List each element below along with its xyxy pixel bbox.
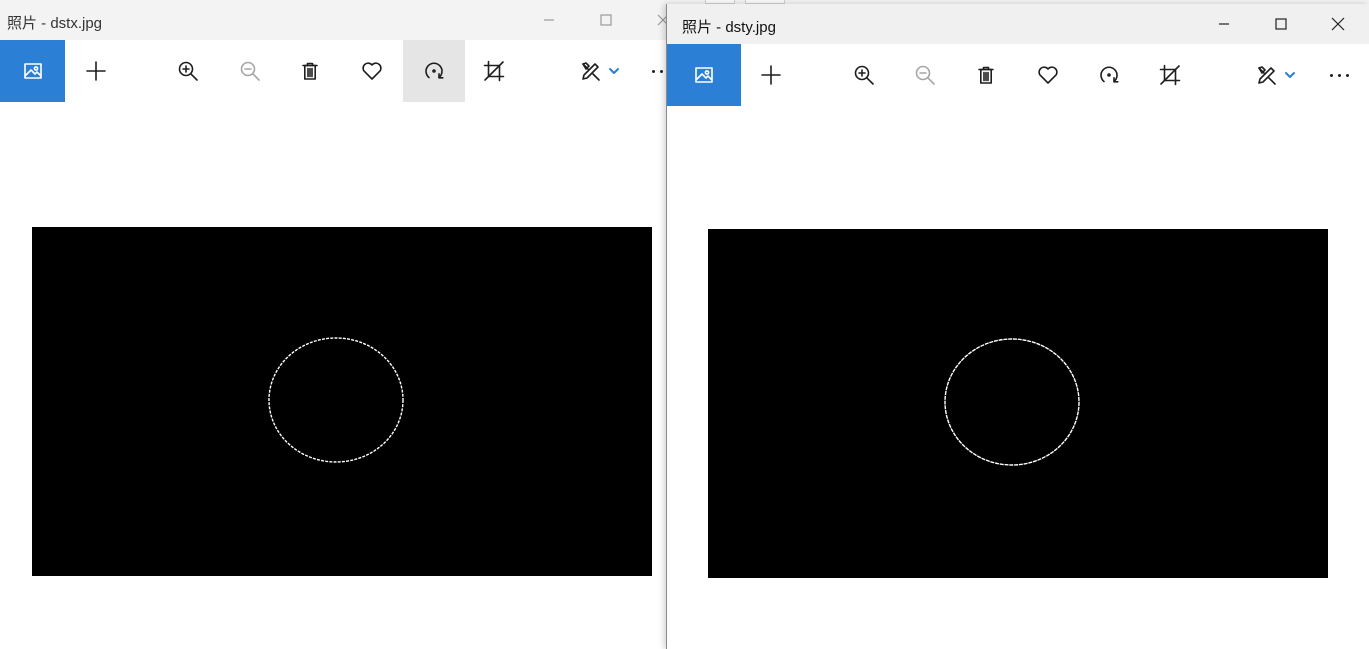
more-button[interactable]	[636, 40, 668, 102]
edit-create-button[interactable]	[1241, 44, 1311, 106]
edit-create-icon	[1258, 66, 1276, 85]
more-icon	[1329, 73, 1349, 77]
zoom-out-icon	[915, 65, 935, 85]
close-icon	[1331, 17, 1345, 31]
window-title: 照片 - dsty.jpg	[682, 19, 776, 36]
zoom-in-button[interactable]	[157, 40, 219, 102]
photos-window-dstx[interactable]: 照片 - dstx.jpg	[0, 0, 668, 649]
photo-image	[268, 337, 404, 463]
crop-button[interactable]	[463, 40, 525, 102]
more-button[interactable]	[1308, 44, 1369, 106]
maximize-icon	[1275, 18, 1287, 30]
photos-window-dsty[interactable]: 照片 - dsty.jpg	[666, 4, 1369, 649]
crop-icon	[483, 60, 505, 82]
view-collection-button[interactable]	[667, 44, 741, 106]
photo-icon	[23, 63, 42, 79]
edit-create-icon	[582, 62, 600, 81]
minimize-icon	[544, 19, 554, 21]
maximize-icon	[600, 14, 612, 26]
photo-display	[32, 227, 652, 576]
zoom-out-icon	[240, 61, 260, 81]
circle-edge	[944, 338, 1080, 466]
minimize-icon	[1219, 23, 1229, 25]
toolbar	[667, 44, 1369, 106]
favorite-button[interactable]	[341, 40, 403, 102]
circle-edge	[268, 337, 404, 463]
add-button[interactable]	[65, 40, 127, 102]
trash-icon	[302, 62, 318, 80]
zoom-in-icon	[854, 65, 874, 85]
zoom-in-icon	[178, 61, 198, 81]
close-button[interactable]	[634, 0, 668, 40]
photo-display	[708, 229, 1328, 578]
favorite-button[interactable]	[1017, 44, 1079, 106]
window-title: 照片 - dstx.jpg	[7, 15, 103, 32]
toolbar	[0, 40, 668, 102]
crop-icon	[1159, 64, 1181, 86]
crop-button[interactable]	[1139, 44, 1201, 106]
maximize-button[interactable]	[577, 0, 635, 40]
rotate-button[interactable]	[1078, 44, 1140, 106]
photo-image	[944, 338, 1080, 466]
heart-icon	[1038, 66, 1058, 84]
heart-icon	[362, 62, 382, 80]
delete-button[interactable]	[279, 40, 341, 102]
plus-icon	[86, 61, 106, 81]
title-bar[interactable]: 照片 - dsty.jpg	[667, 4, 1369, 44]
trash-icon	[978, 66, 994, 84]
photo-icon	[695, 67, 713, 83]
rotate-button[interactable]	[403, 40, 465, 102]
add-button[interactable]	[740, 44, 802, 106]
edit-create-button[interactable]	[565, 40, 635, 102]
plus-icon	[761, 65, 781, 85]
close-button[interactable]	[1309, 4, 1367, 44]
maximize-button[interactable]	[1252, 4, 1310, 44]
delete-button[interactable]	[955, 44, 1017, 106]
view-collection-button[interactable]	[0, 40, 65, 102]
title-bar[interactable]: 照片 - dstx.jpg	[0, 0, 668, 40]
chevron-down-icon	[1285, 72, 1295, 78]
minimize-button[interactable]	[1195, 4, 1253, 44]
rotate-icon	[1100, 66, 1119, 83]
zoom-in-button[interactable]	[833, 44, 895, 106]
rotate-icon	[425, 62, 444, 79]
zoom-out-button[interactable]	[219, 40, 281, 102]
chevron-down-icon	[609, 68, 619, 74]
zoom-out-button[interactable]	[894, 44, 956, 106]
minimize-button[interactable]	[520, 0, 578, 40]
